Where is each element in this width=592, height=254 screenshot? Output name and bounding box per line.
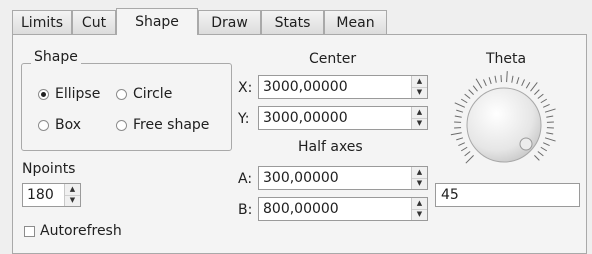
radio-label: Box: [55, 117, 81, 133]
dial-tick: [469, 90, 474, 95]
tab-label: Shape: [135, 14, 179, 30]
npoints-spinbox[interactable]: 180 ▲ ▼: [22, 183, 81, 207]
dial-tick: [538, 94, 544, 98]
spin-buttons: ▲ ▼: [64, 184, 80, 206]
autorefresh-label: Autorefresh: [40, 223, 122, 239]
tab-shape[interactable]: Shape: [116, 8, 198, 35]
dial-tick: [545, 109, 556, 112]
dial-tick: [546, 133, 553, 134]
tab-stats[interactable]: Stats: [261, 10, 324, 34]
decrement-arrow-icon[interactable]: ▼: [412, 209, 427, 220]
dial-tick: [534, 90, 539, 95]
dial-tick: [512, 76, 513, 83]
shape-group-title: Shape: [31, 49, 81, 65]
radio-unchecked-icon: [38, 120, 49, 131]
shape-groupbox: [21, 63, 232, 151]
dial-tick: [531, 82, 538, 91]
theta-value-field[interactable]: 45: [435, 183, 580, 207]
tab-label: Limits: [21, 15, 63, 31]
decrement-arrow-icon[interactable]: ▼: [412, 178, 427, 189]
radio-label: Circle: [133, 86, 172, 102]
radio-ellipse[interactable]: Ellipse: [38, 86, 100, 102]
decrement-arrow-icon[interactable]: ▼: [412, 87, 427, 98]
npoints-label: Npoints: [22, 161, 75, 177]
half-axis-b-value: 800,00000: [263, 201, 339, 217]
dial-tick: [455, 103, 465, 108]
y-label: Y:: [238, 111, 249, 127]
radio-unchecked-icon: [116, 89, 127, 100]
dial-tick: [522, 79, 525, 85]
dial-tick: [546, 116, 553, 117]
tab-cut[interactable]: Cut: [72, 10, 116, 34]
radio-unchecked-icon: [116, 120, 127, 131]
dial-tick: [538, 152, 544, 156]
center-y-spinbox[interactable]: 3000,00000 ▲ ▼: [258, 106, 428, 130]
a-label: A:: [238, 171, 252, 187]
dial-tick: [543, 104, 549, 107]
center-title: Center: [309, 51, 356, 67]
dial-tick: [526, 82, 530, 88]
decrement-arrow-icon[interactable]: ▼: [412, 118, 427, 129]
center-x-spinbox[interactable]: 3000,00000 ▲ ▼: [258, 75, 428, 99]
tab-label: Mean: [336, 15, 374, 31]
radio-box[interactable]: Box: [38, 117, 81, 133]
half-axes-title: Half axes: [298, 139, 363, 155]
spin-buttons: ▲ ▼: [411, 198, 427, 220]
b-label: B:: [238, 202, 252, 218]
radio-label: Free shape: [133, 117, 209, 133]
dial-tick: [455, 116, 462, 117]
radio-free-shape[interactable]: Free shape: [116, 117, 209, 133]
dial-tick: [483, 79, 486, 85]
dial-handle-icon[interactable]: [520, 138, 532, 150]
npoints-value: 180: [27, 187, 54, 203]
tab-label: Stats: [275, 15, 311, 31]
dial-tick: [466, 155, 474, 163]
dial-tick: [495, 76, 496, 83]
tab-label: Cut: [82, 15, 106, 31]
dial-knob: [467, 88, 541, 162]
dial-tick: [461, 99, 467, 103]
theta-value: 45: [441, 187, 459, 203]
radio-circle[interactable]: Circle: [116, 86, 172, 102]
dial-tick: [545, 138, 556, 141]
dial-tick: [465, 152, 471, 156]
half-axis-a-spinbox[interactable]: 300,00000 ▲ ▼: [258, 166, 428, 190]
autorefresh-checkbox[interactable]: Autorefresh: [24, 223, 122, 239]
dial-tick: [465, 94, 471, 98]
tab-mean[interactable]: Mean: [324, 10, 387, 34]
dial-tick: [451, 133, 462, 135]
dial-tick: [456, 138, 463, 140]
theta-dial[interactable]: [446, 67, 562, 183]
dial-tick: [517, 77, 519, 84]
dial-tick: [458, 143, 464, 146]
dial-tick: [461, 147, 467, 151]
radio-label: Ellipse: [55, 86, 100, 102]
spin-buttons: ▲ ▼: [411, 107, 427, 129]
tab-limits[interactable]: Limits: [12, 10, 72, 34]
theta-title: Theta: [486, 51, 526, 67]
dial-tick: [534, 155, 539, 160]
dial-tick: [507, 71, 508, 82]
dial-tick: [489, 77, 491, 84]
dial-tick: [543, 143, 549, 146]
dial-tick: [473, 86, 477, 92]
center-x-value: 3000,00000: [263, 79, 348, 95]
half-axis-a-value: 300,00000: [263, 170, 339, 186]
x-label: X:: [238, 80, 252, 96]
dial-tick: [541, 99, 547, 103]
center-y-value: 3000,00000: [263, 110, 348, 126]
tab-draw[interactable]: Draw: [198, 10, 261, 34]
decrement-arrow-icon[interactable]: ▼: [65, 195, 80, 206]
dial-tick: [541, 147, 547, 151]
dial-tick: [456, 110, 463, 112]
dial-tick: [476, 79, 482, 88]
spin-buttons: ▲ ▼: [411, 167, 427, 189]
radio-checked-icon: [38, 89, 49, 100]
tab-label: Draw: [211, 15, 248, 31]
half-axis-b-spinbox[interactable]: 800,00000 ▲ ▼: [258, 197, 428, 221]
checkbox-unchecked-icon: [24, 226, 35, 237]
spin-buttons: ▲ ▼: [411, 76, 427, 98]
